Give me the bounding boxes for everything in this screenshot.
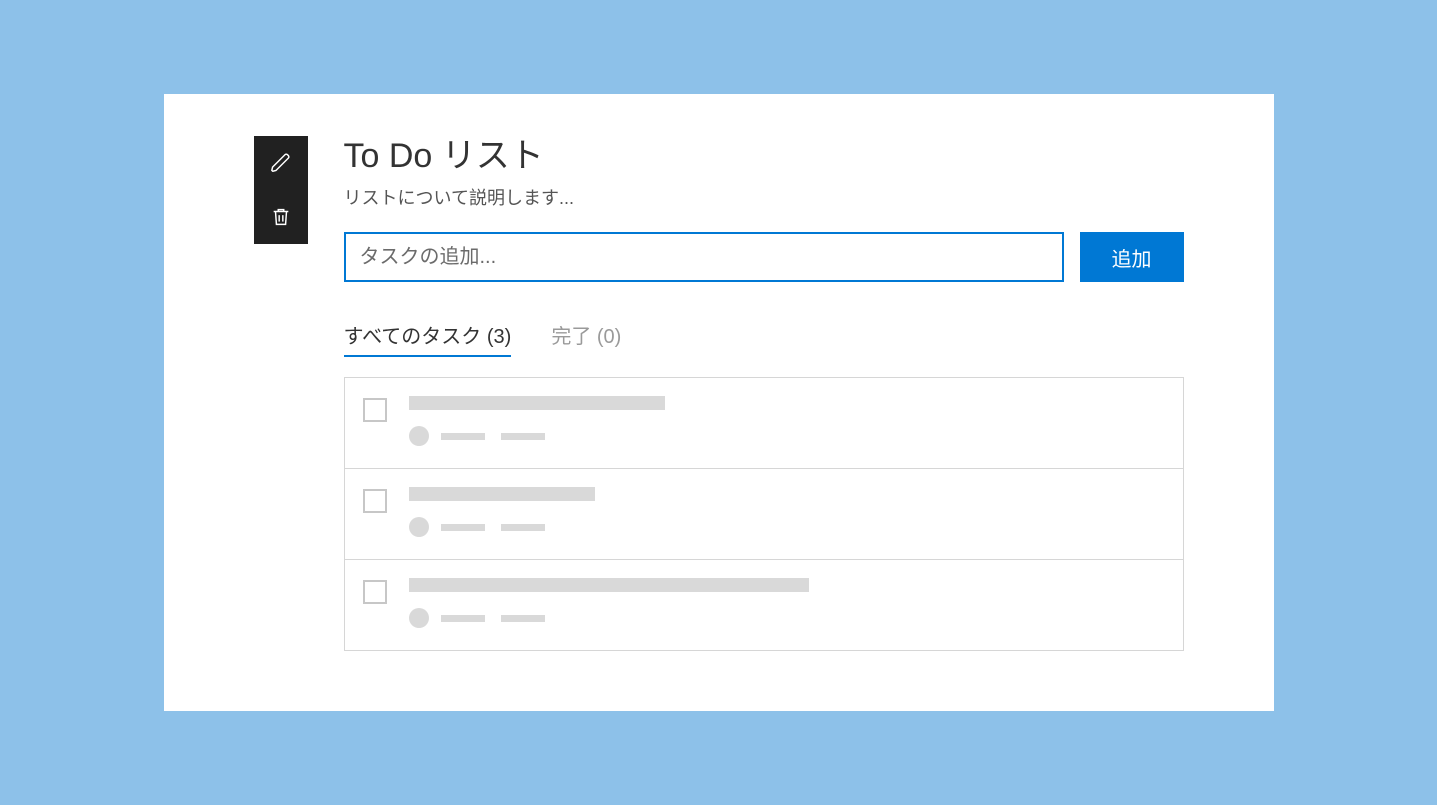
tab-all-label: すべてのタスク: [344, 326, 482, 348]
task-checkbox[interactable]: [363, 398, 387, 422]
edit-button[interactable]: [254, 136, 308, 190]
meta-line: [441, 433, 485, 440]
task-meta-placeholder: [409, 426, 1165, 446]
task-body: [409, 487, 1165, 537]
todo-card: To Do リスト リストについて説明します... 追加 すべてのタスク (3)…: [164, 94, 1274, 712]
task-row[interactable]: [345, 378, 1183, 468]
delete-button[interactable]: [254, 190, 308, 244]
meta-line: [501, 433, 545, 440]
task-title-placeholder: [409, 396, 665, 410]
task-title-placeholder: [409, 487, 595, 501]
task-title-placeholder: [409, 578, 809, 592]
content-area: To Do リスト リストについて説明します... 追加 すべてのタスク (3)…: [344, 136, 1184, 652]
tabs: すべてのタスク (3) 完了 (0): [344, 320, 1184, 357]
tab-all-count: 3: [494, 326, 505, 348]
task-meta-placeholder: [409, 517, 1165, 537]
tab-done-label: 完了: [551, 326, 591, 348]
task-row[interactable]: [345, 468, 1183, 559]
page-title: To Do リスト: [344, 136, 1184, 177]
tab-done-count: 0: [604, 326, 615, 348]
avatar-placeholder: [409, 517, 429, 537]
tab-all-tasks[interactable]: すべてのタスク (3): [344, 320, 512, 357]
task-input[interactable]: [344, 232, 1064, 282]
action-bar: [254, 136, 308, 244]
add-button[interactable]: 追加: [1080, 232, 1184, 282]
avatar-placeholder: [409, 426, 429, 446]
meta-line: [501, 524, 545, 531]
page-subtitle: リストについて説明します...: [344, 184, 1184, 210]
avatar-placeholder: [409, 608, 429, 628]
task-body: [409, 578, 1165, 628]
task-meta-placeholder: [409, 608, 1165, 628]
task-body: [409, 396, 1165, 446]
meta-line: [501, 615, 545, 622]
task-list: [344, 377, 1184, 651]
pencil-icon: [270, 152, 292, 174]
task-row[interactable]: [345, 559, 1183, 650]
task-checkbox[interactable]: [363, 580, 387, 604]
add-task-row: 追加: [344, 232, 1184, 282]
task-checkbox[interactable]: [363, 489, 387, 513]
meta-line: [441, 524, 485, 531]
tab-completed[interactable]: 完了 (0): [551, 320, 621, 357]
meta-line: [441, 615, 485, 622]
trash-icon: [270, 206, 292, 228]
